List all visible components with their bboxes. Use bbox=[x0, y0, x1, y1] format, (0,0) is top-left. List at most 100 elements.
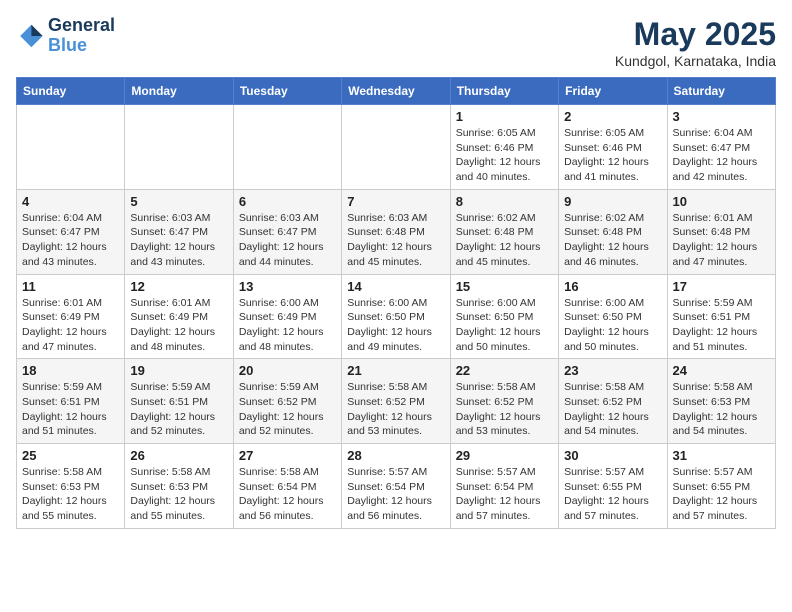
calendar-cell: 3Sunrise: 6:04 AMSunset: 6:47 PMDaylight… bbox=[667, 105, 775, 190]
day-number: 26 bbox=[130, 448, 227, 463]
day-number: 22 bbox=[456, 363, 553, 378]
calendar-cell: 29 Sunrise: 5:57 AMSunset: 6:54 PMDayligh… bbox=[450, 444, 558, 529]
day-number: 16 bbox=[564, 279, 661, 294]
day-info: Sunrise: 6:04 AMSunset: 6:47 PMDaylight:… bbox=[22, 211, 119, 270]
day-info: Sunrise: 5:59 AMSunset: 6:52 PMDaylight:… bbox=[239, 380, 336, 439]
day-info: Sunrise: 5:58 AMSunset: 6:53 PMDaylight:… bbox=[673, 380, 770, 439]
day-info: Sunrise: 6:00 AMSunset: 6:49 PMDaylight:… bbox=[239, 296, 336, 355]
calendar-body: 1 Sunrise: 6:05 AMSunset: 6:46 PMDaylight… bbox=[17, 105, 776, 529]
day-number: 10 bbox=[673, 194, 770, 209]
day-info: Sunrise: 5:57 AMSunset: 6:55 PMDaylight:… bbox=[673, 465, 770, 524]
calendar-table: SundayMondayTuesdayWednesdayThursdayFrid… bbox=[16, 77, 776, 529]
calendar-header: SundayMondayTuesdayWednesdayThursdayFrid… bbox=[17, 78, 776, 105]
day-number: 15 bbox=[456, 279, 553, 294]
calendar-cell: 13 Sunrise: 6:00 AMSunset: 6:49 PMDayligh… bbox=[233, 274, 341, 359]
day-info: Sunrise: 6:05 AMSunset: 6:46 PMDaylight:… bbox=[456, 126, 553, 185]
day-info: Sunrise: 5:58 AMSunset: 6:52 PMDaylight:… bbox=[456, 380, 553, 439]
day-number: 19 bbox=[130, 363, 227, 378]
day-number: 5 bbox=[130, 194, 227, 209]
calendar-cell: 20 Sunrise: 5:59 AMSunset: 6:52 PMDayligh… bbox=[233, 359, 341, 444]
calendar-cell: 12 Sunrise: 6:01 AMSunset: 6:49 PMDayligh… bbox=[125, 274, 233, 359]
day-info: Sunrise: 5:57 AMSunset: 6:54 PMDaylight:… bbox=[347, 465, 444, 524]
header-cell-saturday: Saturday bbox=[667, 78, 775, 105]
day-info: Sunrise: 6:01 AMSunset: 6:49 PMDaylight:… bbox=[130, 296, 227, 355]
day-info: Sunrise: 5:58 AMSunset: 6:53 PMDaylight:… bbox=[22, 465, 119, 524]
month-year: May 2025 bbox=[615, 16, 776, 53]
calendar-cell bbox=[125, 105, 233, 190]
calendar-cell: 21Sunrise: 5:58 AMSunset: 6:52 PMDayligh… bbox=[342, 359, 450, 444]
page-header: General Blue May 2025 Kundgol, Karnataka… bbox=[16, 16, 776, 69]
day-number: 28 bbox=[347, 448, 444, 463]
day-number: 13 bbox=[239, 279, 336, 294]
day-number: 2 bbox=[564, 109, 661, 124]
day-number: 17 bbox=[673, 279, 770, 294]
day-info: Sunrise: 6:01 AMSunset: 6:48 PMDaylight:… bbox=[673, 211, 770, 270]
week-row-2: 4 Sunrise: 6:04 AMSunset: 6:47 PMDaylight… bbox=[17, 189, 776, 274]
day-info: Sunrise: 5:58 AMSunset: 6:54 PMDaylight:… bbox=[239, 465, 336, 524]
logo-text: General Blue bbox=[48, 16, 115, 56]
calendar-cell: 22 Sunrise: 5:58 AMSunset: 6:52 PMDayligh… bbox=[450, 359, 558, 444]
day-number: 29 bbox=[456, 448, 553, 463]
calendar-cell: 1 Sunrise: 6:05 AMSunset: 6:46 PMDaylight… bbox=[450, 105, 558, 190]
calendar-cell: 18 Sunrise: 5:59 AMSunset: 6:51 PMDayligh… bbox=[17, 359, 125, 444]
calendar-cell: 10 Sunrise: 6:01 AMSunset: 6:48 PMDayligh… bbox=[667, 189, 775, 274]
day-number: 9 bbox=[564, 194, 661, 209]
day-info: Sunrise: 6:00 AMSunset: 6:50 PMDaylight:… bbox=[347, 296, 444, 355]
calendar-cell: 17 Sunrise: 5:59 AMSunset: 6:51 PMDayligh… bbox=[667, 274, 775, 359]
day-number: 12 bbox=[130, 279, 227, 294]
day-info: Sunrise: 6:00 AMSunset: 6:50 PMDaylight:… bbox=[564, 296, 661, 355]
day-number: 8 bbox=[456, 194, 553, 209]
header-cell-tuesday: Tuesday bbox=[233, 78, 341, 105]
calendar-cell: 25 Sunrise: 5:58 AMSunset: 6:53 PMDayligh… bbox=[17, 444, 125, 529]
calendar-cell: 19 Sunrise: 5:59 AMSunset: 6:51 PMDayligh… bbox=[125, 359, 233, 444]
day-info: Sunrise: 5:59 AMSunset: 6:51 PMDaylight:… bbox=[130, 380, 227, 439]
header-cell-sunday: Sunday bbox=[17, 78, 125, 105]
day-info: Sunrise: 5:59 AMSunset: 6:51 PMDaylight:… bbox=[22, 380, 119, 439]
calendar-cell: 8 Sunrise: 6:02 AMSunset: 6:48 PMDaylight… bbox=[450, 189, 558, 274]
day-info: Sunrise: 5:57 AMSunset: 6:55 PMDaylight:… bbox=[564, 465, 661, 524]
day-info: Sunrise: 5:58 AMSunset: 6:53 PMDaylight:… bbox=[130, 465, 227, 524]
day-info: Sunrise: 6:03 AMSunset: 6:48 PMDaylight:… bbox=[347, 211, 444, 270]
day-number: 3 bbox=[673, 109, 770, 124]
header-cell-wednesday: Wednesday bbox=[342, 78, 450, 105]
day-info: Sunrise: 6:00 AMSunset: 6:50 PMDaylight:… bbox=[456, 296, 553, 355]
day-number: 18 bbox=[22, 363, 119, 378]
day-info: Sunrise: 6:01 AMSunset: 6:49 PMDaylight:… bbox=[22, 296, 119, 355]
day-number: 20 bbox=[239, 363, 336, 378]
calendar-cell: 16 Sunrise: 6:00 AMSunset: 6:50 PMDayligh… bbox=[559, 274, 667, 359]
day-number: 30 bbox=[564, 448, 661, 463]
day-number: 11 bbox=[22, 279, 119, 294]
day-info: Sunrise: 6:05 AMSunset: 6:46 PMDaylight:… bbox=[564, 126, 661, 185]
day-number: 1 bbox=[456, 109, 553, 124]
day-number: 31 bbox=[673, 448, 770, 463]
week-row-1: 1 Sunrise: 6:05 AMSunset: 6:46 PMDaylight… bbox=[17, 105, 776, 190]
day-info: Sunrise: 6:02 AMSunset: 6:48 PMDaylight:… bbox=[456, 211, 553, 270]
day-info: Sunrise: 5:57 AMSunset: 6:54 PMDaylight:… bbox=[456, 465, 553, 524]
header-row: SundayMondayTuesdayWednesdayThursdayFrid… bbox=[17, 78, 776, 105]
location: Kundgol, Karnataka, India bbox=[615, 53, 776, 69]
calendar-cell: 28 Sunrise: 5:57 AMSunset: 6:54 PMDayligh… bbox=[342, 444, 450, 529]
day-number: 25 bbox=[22, 448, 119, 463]
day-info: Sunrise: 5:58 AMSunset: 6:52 PMDaylight:… bbox=[564, 380, 661, 439]
week-row-4: 18 Sunrise: 5:59 AMSunset: 6:51 PMDayligh… bbox=[17, 359, 776, 444]
logo: General Blue bbox=[16, 16, 115, 56]
calendar-cell: 7 Sunrise: 6:03 AMSunset: 6:48 PMDaylight… bbox=[342, 189, 450, 274]
header-cell-monday: Monday bbox=[125, 78, 233, 105]
day-number: 21 bbox=[347, 363, 444, 378]
day-number: 7 bbox=[347, 194, 444, 209]
calendar-cell: 2 Sunrise: 6:05 AMSunset: 6:46 PMDaylight… bbox=[559, 105, 667, 190]
calendar-cell: 6Sunrise: 6:03 AMSunset: 6:47 PMDaylight… bbox=[233, 189, 341, 274]
calendar-cell bbox=[342, 105, 450, 190]
calendar-cell: 24Sunrise: 5:58 AMSunset: 6:53 PMDayligh… bbox=[667, 359, 775, 444]
calendar-cell: 14Sunrise: 6:00 AMSunset: 6:50 PMDayligh… bbox=[342, 274, 450, 359]
calendar-cell: 23Sunrise: 5:58 AMSunset: 6:52 PMDayligh… bbox=[559, 359, 667, 444]
calendar-cell: 4 Sunrise: 6:04 AMSunset: 6:47 PMDaylight… bbox=[17, 189, 125, 274]
day-number: 4 bbox=[22, 194, 119, 209]
header-cell-thursday: Thursday bbox=[450, 78, 558, 105]
calendar-cell: 11 Sunrise: 6:01 AMSunset: 6:49 PMDayligh… bbox=[17, 274, 125, 359]
day-info: Sunrise: 5:59 AMSunset: 6:51 PMDaylight:… bbox=[673, 296, 770, 355]
calendar-cell: 31 Sunrise: 5:57 AMSunset: 6:55 PMDayligh… bbox=[667, 444, 775, 529]
calendar-cell: 5Sunrise: 6:03 AMSunset: 6:47 PMDaylight… bbox=[125, 189, 233, 274]
calendar-cell: 9Sunrise: 6:02 AMSunset: 6:48 PMDaylight… bbox=[559, 189, 667, 274]
day-info: Sunrise: 6:03 AMSunset: 6:47 PMDaylight:… bbox=[239, 211, 336, 270]
